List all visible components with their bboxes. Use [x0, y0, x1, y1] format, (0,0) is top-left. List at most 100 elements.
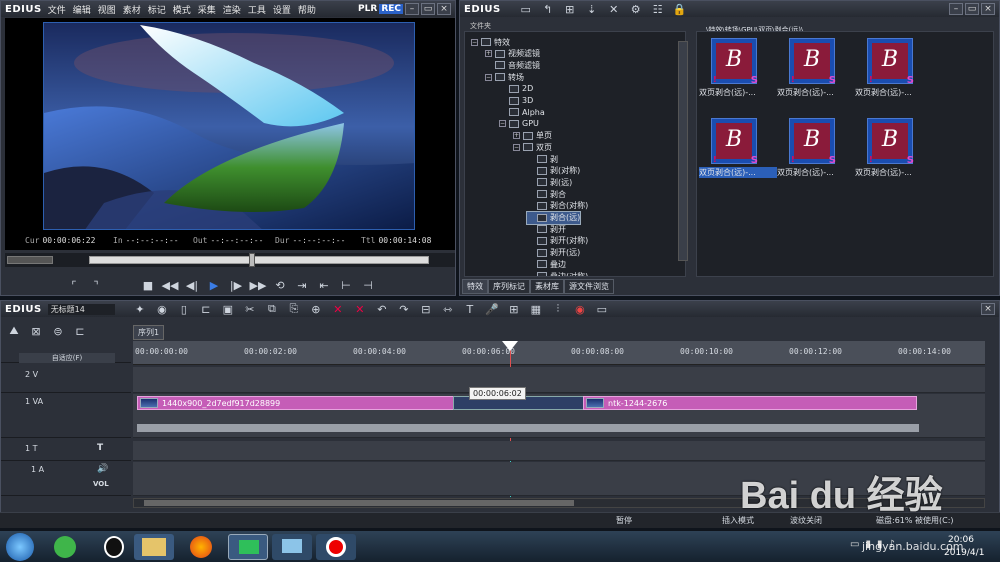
trim-icon[interactable]: ⊢: [337, 277, 355, 293]
close-icon[interactable]: ×: [437, 3, 451, 15]
app-task-icon[interactable]: [272, 534, 312, 560]
effect-icon[interactable]: ✦: [131, 301, 149, 317]
tree-item[interactable]: 剥: [527, 153, 558, 165]
explorer-icon[interactable]: [134, 534, 174, 560]
copy-icon[interactable]: ⧉: [263, 301, 281, 317]
menu-item-8[interactable]: 工具: [248, 6, 266, 16]
up-folder-icon[interactable]: ↰: [539, 1, 557, 17]
mixer-icon[interactable]: ⫶: [549, 301, 567, 317]
library-tab[interactable]: 素材库: [530, 279, 564, 294]
library-restore-icon[interactable]: ▭: [965, 3, 979, 15]
effect-thumbnail[interactable]: B! S: [789, 118, 836, 166]
sequence-tab[interactable]: 序列1: [133, 325, 165, 340]
layout-icon[interactable]: ▭: [593, 301, 611, 317]
menu-item-1[interactable]: 编辑: [73, 6, 91, 16]
undo-icon[interactable]: ↶: [373, 301, 391, 317]
stop-icon[interactable]: ■: [139, 277, 157, 293]
open-icon[interactable]: ⊏: [197, 301, 215, 317]
new-icon[interactable]: ▯: [175, 301, 193, 317]
menu-item-0[interactable]: 文件: [48, 6, 66, 16]
playhead-knob[interactable]: [249, 253, 255, 267]
record-icon[interactable]: ◉: [571, 301, 589, 317]
mark-in-icon[interactable]: ⌜: [65, 277, 83, 293]
expand-icon[interactable]: −: [513, 143, 520, 151]
tree-item[interactable]: Alpha: [499, 106, 545, 118]
mic-icon[interactable]: 🎤: [483, 301, 501, 317]
menu-item-7[interactable]: 渲染: [223, 6, 241, 16]
tree-item[interactable]: 剥开: [527, 223, 566, 235]
qq-icon[interactable]: [104, 536, 124, 558]
timeline-close-icon[interactable]: ×: [981, 303, 995, 315]
tree-item[interactable]: 2D: [499, 83, 533, 95]
delete-icon[interactable]: ✕: [605, 1, 623, 17]
rewind-icon[interactable]: ◀◀: [161, 277, 179, 293]
output-icon[interactable]: ⊣: [359, 277, 377, 293]
insert-icon[interactable]: ⇥: [293, 277, 311, 293]
shuttle-slider[interactable]: [7, 256, 53, 264]
track-va1[interactable]: 1 VA: [1, 394, 131, 438]
expand-icon[interactable]: +: [513, 132, 520, 140]
tree-item[interactable]: 3D: [499, 95, 533, 107]
timeline-ruler[interactable]: 00:00:00:00 00:00:02:00 00:00:04:00 00:00:0…: [133, 341, 985, 365]
paste-icon[interactable]: ⎘: [285, 301, 303, 317]
effect-item-label[interactable]: 双页剥合(远)-...: [855, 87, 933, 98]
loop-icon[interactable]: ⟲: [271, 277, 289, 293]
effect-item-label[interactable]: 双页剥合(远)-...: [777, 167, 855, 178]
tree-scrollbar[interactable]: [678, 41, 688, 261]
menu-item-10[interactable]: 帮助: [298, 6, 316, 16]
position-slider[interactable]: [89, 256, 429, 264]
expand-icon[interactable]: −: [471, 38, 478, 46]
group-icon[interactable]: ⊜: [49, 323, 67, 339]
expand-icon[interactable]: +: [485, 50, 492, 58]
play-icon[interactable]: ▶: [205, 277, 223, 293]
effect-item-label[interactable]: 双页剥合(远)-...: [699, 87, 777, 98]
effect-thumbnail[interactable]: B! S: [867, 38, 914, 86]
tree-item[interactable]: 叠边: [527, 258, 566, 270]
step-back-icon[interactable]: ◀|: [183, 277, 201, 293]
menu-item-5[interactable]: 模式: [173, 6, 191, 16]
tree-item[interactable]: 剥(远): [527, 176, 572, 188]
folder-icon[interactable]: ▭: [517, 1, 535, 17]
title-icon[interactable]: T: [461, 301, 479, 317]
expand-icon[interactable]: −: [485, 73, 492, 81]
redo-icon[interactable]: ↷: [395, 301, 413, 317]
camera-icon[interactable]: ◉: [153, 301, 171, 317]
lane-va1[interactable]: 1440x900_2d7edf917d28899 ntk-1244-2676: [133, 394, 985, 438]
track-t1[interactable]: 1 T T: [1, 441, 131, 461]
cut-icon[interactable]: ✂: [241, 301, 259, 317]
ripple-icon[interactable]: ⛰: [5, 323, 23, 339]
menu-item-6[interactable]: 采集: [198, 6, 216, 16]
add-icon[interactable]: ⊞: [561, 1, 579, 17]
tree-item[interactable]: − 双页: [513, 141, 552, 153]
video-clip-1[interactable]: 1440x900_2d7edf917d28899: [137, 396, 473, 410]
tree-item[interactable]: + 单页: [513, 130, 552, 142]
tree-item[interactable]: 剥开(对称): [527, 235, 588, 247]
lane-v2[interactable]: [133, 367, 985, 393]
effect-thumbnail[interactable]: B! S: [789, 38, 836, 86]
mode-select[interactable]: 自适应(F): [19, 353, 115, 363]
marker-icon[interactable]: ⊟: [417, 301, 435, 317]
effect-thumbnail[interactable]: B! S: [711, 38, 758, 86]
recorder-icon[interactable]: [316, 534, 356, 560]
expand-icon[interactable]: −: [499, 120, 506, 128]
rec-indicator[interactable]: REC: [379, 4, 403, 14]
grid-icon[interactable]: ▦: [527, 301, 545, 317]
sync-icon[interactable]: ⊠: [27, 323, 45, 339]
track-v2[interactable]: 2 V: [1, 367, 131, 393]
move-icon[interactable]: ⇣: [583, 1, 601, 17]
step-forward-icon[interactable]: |▶: [227, 277, 245, 293]
tree-item[interactable]: 剥合(远): [525, 210, 582, 225]
mark-out-icon[interactable]: ⌝: [87, 277, 105, 293]
plr-indicator[interactable]: PLR: [358, 4, 377, 14]
library-tab[interactable]: 特效: [462, 279, 488, 294]
tree-item[interactable]: 剥合(对称): [527, 200, 588, 212]
tree-item[interactable]: + 视频滤镜: [485, 48, 540, 60]
link-icon[interactable]: ⊕: [307, 301, 325, 317]
tree-item[interactable]: 剥(对称): [527, 165, 580, 177]
library-minimize-icon[interactable]: –: [949, 3, 963, 15]
tree-item[interactable]: 剥合: [527, 188, 566, 200]
view-icon[interactable]: ☷: [649, 1, 667, 17]
start-icon[interactable]: [6, 533, 34, 561]
effect-item-label[interactable]: 双页剥合(远)-...: [777, 87, 855, 98]
video-clip-2[interactable]: ntk-1244-2676: [583, 396, 917, 410]
